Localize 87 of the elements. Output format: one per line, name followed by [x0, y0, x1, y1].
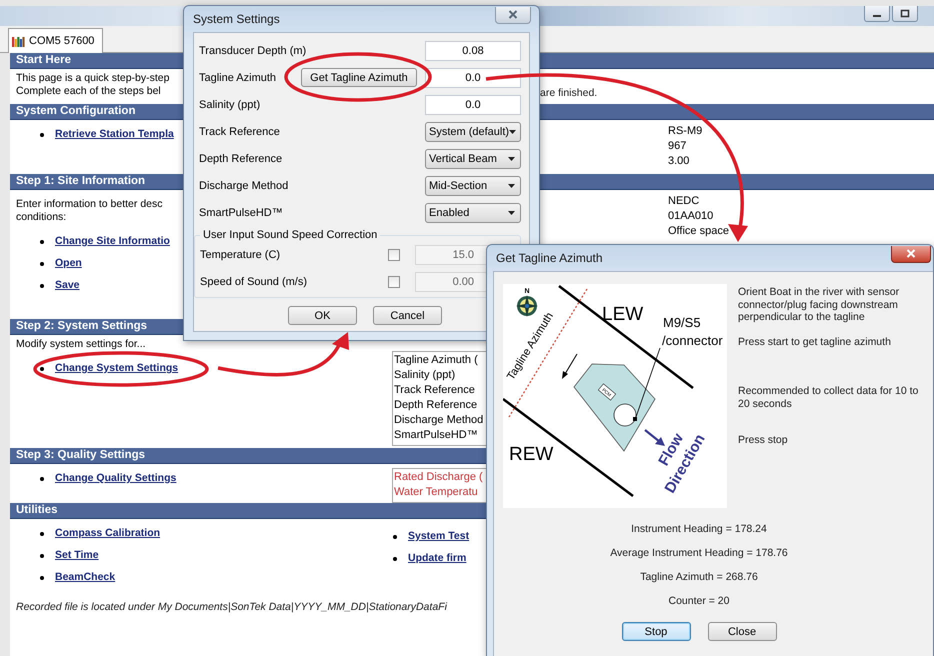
action-button[interactable]: Get Tagline Azimuth: [301, 68, 417, 87]
reading-text: Tagline Azimuth = 268.76: [640, 571, 758, 584]
group-label: User Input Sound Speed Correction: [202, 229, 378, 241]
field-label: Speed of Sound (m/s): [200, 274, 308, 288]
instruction-text: Press stop: [738, 434, 789, 446]
direction-arrow: [562, 354, 578, 379]
dropdown[interactable]: System (default): [425, 122, 521, 142]
bullet-icon: [40, 262, 44, 266]
description-text: conditions:: [16, 211, 68, 224]
link[interactable]: BeamCheck: [55, 571, 116, 584]
dropdown[interactable]: Vertical Beam: [425, 148, 521, 168]
file-location-note: Recorded file is located under My Documents|SonTek Data|YYYY_MM_DD|StationaryDataFi: [15, 601, 448, 613]
reading-text: Counter = 20: [668, 595, 730, 608]
link[interactable]: Compass Calibration: [55, 527, 160, 540]
summary-text: SmartPulseHD™: [394, 428, 479, 443]
close-button[interactable]: [495, 6, 531, 24]
bullet-icon: [40, 532, 44, 536]
bullet-icon: [40, 284, 44, 288]
close-button[interactable]: [891, 246, 931, 262]
value-text: Office space: [668, 224, 730, 239]
summary-text: Rated Discharge (: [394, 470, 484, 485]
dialog-button[interactable]: Close: [708, 622, 776, 641]
summary-text: Tagline Azimuth (: [394, 353, 479, 368]
link[interactable]: Retrieve Station Templa: [55, 128, 174, 141]
bullet-icon: [40, 576, 44, 580]
field-label: Track Reference: [199, 124, 281, 138]
close-icon: [508, 10, 518, 19]
field-label: Discharge Method: [199, 178, 290, 192]
description-text: are finished.: [540, 87, 598, 100]
link[interactable]: Save: [55, 279, 80, 292]
value-text: RS-M9: [668, 124, 704, 139]
dialog-button[interactable]: Stop: [622, 622, 690, 641]
link[interactable]: Set Time: [55, 549, 99, 562]
instruction-text: Recommended to collect data for 10 to 20 seconds: [738, 385, 920, 410]
instruction-text: Press start to get tagline azimuth: [738, 336, 892, 348]
dialog-title: System Settings: [193, 12, 280, 26]
text-field[interactable]: 0.0: [425, 94, 521, 114]
value-text: 01AA010: [668, 209, 714, 224]
tab[interactable]: COM5 57600: [8, 28, 104, 53]
field-label: SmartPulseHD™: [199, 206, 284, 220]
summary-text: Depth Reference: [394, 398, 478, 413]
description-text: Enter information to better desc: [16, 198, 164, 211]
value-text: 967: [668, 139, 688, 154]
link[interactable]: Change Site Informatio: [55, 235, 170, 248]
bullet-icon: [40, 476, 44, 480]
bullet-icon: [393, 534, 397, 538]
bullet-icon: [40, 366, 44, 370]
field-label: Temperature (C): [200, 248, 282, 262]
text-field[interactable]: 0.08: [425, 40, 521, 60]
leader-line: [636, 348, 660, 418]
text-field[interactable]: 0.0: [425, 68, 521, 88]
summary-text: Discharge Method: [394, 413, 484, 428]
caret-icon: [509, 130, 516, 134]
caret-icon: [508, 210, 515, 214]
close-icon: [906, 249, 916, 258]
field-label: Tagline Azimuth: [199, 70, 278, 84]
value-text: NEDC: [668, 194, 700, 209]
link[interactable]: System Test: [408, 530, 470, 543]
maximize-icon: [900, 9, 910, 18]
dropdown[interactable]: Enabled: [425, 202, 521, 222]
link[interactable]: Update firm: [408, 552, 466, 565]
summary-text: Salinity (ppt): [394, 368, 456, 383]
description-text: Complete each of the steps bel: [16, 85, 162, 98]
maximize-button[interactable]: [892, 6, 918, 22]
reading-text: Instrument Heading = 178.24: [631, 523, 767, 536]
link[interactable]: Open: [55, 257, 82, 270]
bullet-icon: [40, 132, 44, 136]
bars-icon: [12, 35, 25, 47]
description-text: Modify system settings for...: [16, 338, 147, 351]
caret-icon: [508, 156, 515, 160]
bullet-icon: [393, 556, 397, 560]
dropdown[interactable]: Mid-Section: [425, 176, 521, 196]
summary-text: Track Reference: [394, 383, 476, 398]
bullet-icon: [40, 240, 44, 244]
connector-label: /connector: [662, 333, 723, 348]
dialog-button[interactable]: OK: [288, 306, 357, 325]
dialog-button[interactable]: Cancel: [373, 306, 442, 325]
link[interactable]: Change System Settings: [55, 362, 178, 375]
value-text: 3.00: [668, 154, 690, 169]
link[interactable]: Change Quality Settings: [55, 472, 176, 485]
reading-text: Average Instrument Heading = 178.76: [610, 547, 788, 560]
minimize-button[interactable]: [864, 6, 890, 22]
caret-icon: [508, 184, 515, 188]
bullet-icon: [40, 554, 44, 558]
summary-text: Water Temperatu: [394, 485, 479, 500]
field-label: Depth Reference: [199, 152, 284, 166]
description-text: This page is a quick step-by-step: [16, 72, 170, 85]
